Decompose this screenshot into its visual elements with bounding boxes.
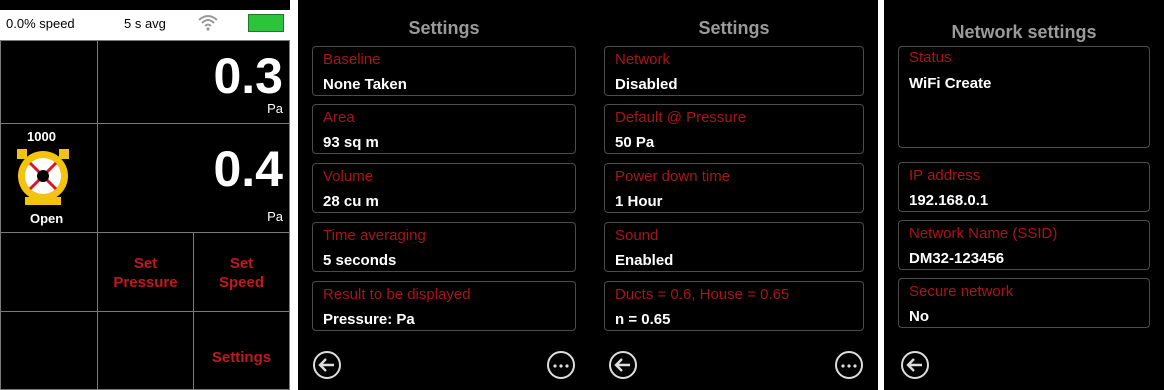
setting-value: WiFi Create [909, 75, 992, 92]
reading-1-unit: Pa [267, 101, 283, 116]
more-options-icon[interactable] [546, 350, 576, 380]
setting-row-volume[interactable]: Volume 28 cu m [312, 163, 576, 213]
empty-cell [97, 311, 194, 390]
set-speed-label-2: Speed [218, 274, 264, 291]
setting-row-power-down-time[interactable]: Power down time 1 Hour [604, 163, 864, 213]
more-options-icon[interactable] [834, 350, 864, 380]
empty-cell [0, 40, 98, 124]
reading-2-value: 0.4 [213, 141, 283, 197]
speed-readout: 0.0% speed [6, 16, 75, 31]
setting-value: None Taken [323, 76, 407, 93]
settings-label: Settings [211, 349, 272, 366]
setting-label: Network [615, 51, 671, 68]
fan-number: 1000 [27, 129, 56, 144]
set-speed-label-1: Set [229, 255, 254, 272]
setting-label: Area [323, 109, 355, 126]
setting-value: 93 sq m [323, 134, 379, 151]
network-settings-screen: Network settings Status WiFi Create IP a… [884, 0, 1164, 390]
screen-title: Network settings [951, 22, 1097, 42]
setting-label: Sound [615, 227, 659, 244]
screen-title: Settings [698, 18, 770, 38]
wifi-icon [198, 13, 218, 34]
setting-label: Result to be displayed [323, 286, 471, 303]
setting-value: 1 Hour [615, 193, 663, 210]
setting-row-ip-address[interactable]: IP address 192.168.0.1 [898, 162, 1150, 212]
setting-value: 28 cu m [323, 193, 379, 210]
reading-2-cell[interactable]: 0.4 Pa [97, 123, 290, 233]
setting-row-time-averaging[interactable]: Time averaging 5 seconds [312, 222, 576, 272]
fan-state: Open [30, 211, 64, 226]
set-speed-button[interactable]: Set Speed [193, 232, 290, 312]
setting-value: DM32-123456 [909, 250, 1005, 267]
set-pressure-label-2: Pressure [113, 274, 178, 291]
battery-icon [248, 14, 284, 32]
setting-row-flow-exponent[interactable]: Ducts = 0.6, House = 0.65 n = 0.65 [604, 281, 864, 331]
setting-label: Network Name (SSID) [909, 225, 1058, 242]
setting-value: Disabled [615, 76, 678, 93]
setting-label: Power down time [615, 168, 731, 185]
setting-label: Baseline [323, 51, 381, 68]
setting-label: Default @ Pressure [615, 109, 747, 126]
setting-label: Status [909, 49, 952, 66]
gauge-screen: 0.0% speed 5 s avg 0.3 Pa 1000 Open 0.4 … [0, 0, 290, 390]
setting-value: No [909, 308, 929, 325]
setting-row-sound[interactable]: Sound Enabled [604, 222, 864, 272]
setting-value: 5 seconds [323, 252, 397, 269]
setting-value: Enabled [615, 252, 674, 269]
set-pressure-button[interactable]: Set Pressure [97, 232, 194, 312]
reading-1-cell[interactable]: 0.3 Pa [97, 40, 290, 124]
averaging-readout: 5 s avg [124, 16, 166, 31]
setting-row-network[interactable]: Network Disabled [604, 46, 864, 96]
screen-title: Settings [408, 18, 480, 38]
setting-value: Pressure: Pa [323, 311, 415, 328]
setting-value: 192.168.0.1 [909, 192, 989, 209]
setting-label: Time averaging [323, 227, 426, 244]
setting-row-area[interactable]: Area 93 sq m [312, 104, 576, 154]
setting-row-result-displayed[interactable]: Result to be displayed Pressure: Pa [312, 281, 576, 331]
settings-screen-2: Settings Network Disabled Default @ Pres… [590, 0, 878, 390]
setting-label: Volume [323, 168, 374, 185]
status-bar: 0.0% speed 5 s avg [0, 10, 290, 41]
setting-row-ssid[interactable]: Network Name (SSID) DM32-123456 [898, 220, 1150, 270]
reading-2-unit: Pa [267, 209, 283, 224]
settings-screen-1: Settings Baseline None Taken Area 93 sq … [298, 0, 590, 390]
network-status-row[interactable]: Status WiFi Create [898, 46, 1150, 148]
fan-cell[interactable]: 1000 Open [0, 123, 98, 233]
setting-label: Secure network [909, 283, 1014, 300]
reading-1-value: 0.3 [213, 48, 283, 104]
setting-label: Ducts = 0.6, House = 0.65 [615, 286, 790, 303]
setting-row-baseline[interactable]: Baseline None Taken [312, 46, 576, 96]
set-pressure-label-1: Set [133, 255, 158, 272]
setting-row-secure-network[interactable]: Secure network No [898, 278, 1150, 328]
back-arrow-icon[interactable] [312, 350, 342, 380]
empty-cell [0, 311, 98, 390]
empty-cell [0, 232, 98, 312]
setting-value: 50 Pa [615, 134, 655, 151]
fan-ring-icon [17, 149, 69, 205]
back-arrow-icon[interactable] [900, 350, 930, 380]
setting-label: IP address [909, 167, 981, 184]
settings-button[interactable]: Settings [193, 311, 290, 390]
setting-value: n = 0.65 [615, 311, 671, 328]
back-arrow-icon[interactable] [608, 350, 638, 380]
setting-row-default-pressure[interactable]: Default @ Pressure 50 Pa [604, 104, 864, 154]
